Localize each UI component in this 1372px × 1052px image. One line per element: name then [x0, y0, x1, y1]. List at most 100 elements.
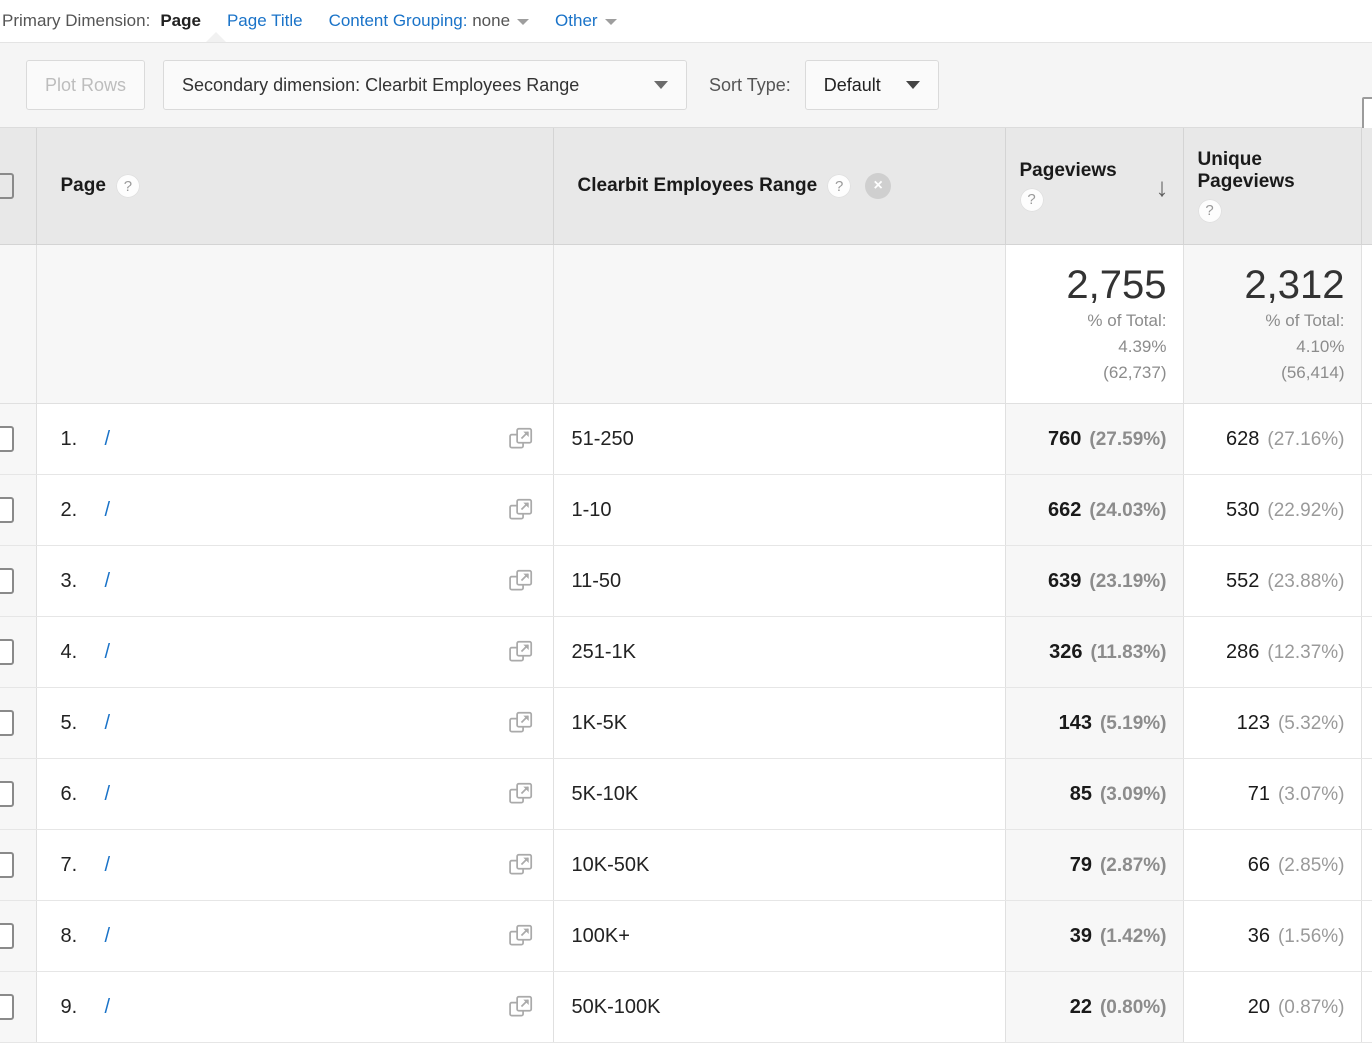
totals-pageviews-basis: (62,737)	[1103, 363, 1167, 383]
help-icon[interactable]: ?	[1019, 187, 1044, 212]
row-checkbox[interactable]	[0, 568, 14, 594]
row-page-cell: 7. /	[36, 829, 554, 901]
row-tail-cell	[1361, 758, 1372, 830]
other-dimension-selector[interactable]: Other	[555, 11, 617, 31]
row-page-cell: 8. /	[36, 900, 554, 972]
row-page-link[interactable]: /	[105, 428, 509, 451]
open-in-new-window-icon[interactable]	[508, 498, 535, 522]
row-tail-cell	[1361, 545, 1372, 617]
row-secondary-value: 11-50	[571, 569, 622, 592]
open-in-new-window-icon[interactable]	[508, 782, 535, 806]
row-secondary-value: 10K-50K	[571, 853, 650, 876]
row-select-cell[interactable]	[0, 687, 37, 759]
row-page-cell: 1. /	[36, 403, 554, 475]
row-checkbox[interactable]	[0, 923, 14, 949]
row-unique-pageviews-percent: (2.85%)	[1277, 854, 1345, 876]
row-page-link[interactable]: /	[105, 641, 509, 664]
table-body: 2,755 % of Total: 4.39% (62,737) 2,312 %…	[0, 244, 1372, 1043]
table-totals-row: 2,755 % of Total: 4.39% (62,737) 2,312 %…	[0, 244, 1372, 404]
column-header-unique-pageviews[interactable]: Unique Pageviews ?	[1183, 128, 1362, 245]
select-all-header[interactable]	[0, 128, 37, 245]
row-unique-pageviews-cell: 530 (22.92%)	[1183, 474, 1362, 546]
row-page-link[interactable]: /	[105, 499, 509, 522]
sort-descending-icon[interactable]: ↓	[1156, 174, 1169, 200]
open-in-new-window-icon[interactable]	[508, 924, 535, 948]
row-unique-pageviews-percent: (12.37%)	[1267, 641, 1345, 663]
help-icon[interactable]: ?	[1197, 198, 1222, 223]
secondary-dimension-select[interactable]: Secondary dimension: Clearbit Employees …	[163, 60, 688, 110]
totals-unique-pageviews-basis: (56,414)	[1281, 363, 1345, 383]
row-rank: 3.	[60, 569, 78, 592]
column-header-pageviews[interactable]: Pageviews ? ↓	[1005, 128, 1184, 245]
row-select-cell[interactable]	[0, 474, 37, 546]
row-pageviews-percent: (3.09%)	[1099, 783, 1167, 805]
row-secondary-cell: 100K+	[553, 900, 1006, 972]
row-select-cell[interactable]	[0, 616, 37, 688]
row-checkbox[interactable]	[0, 994, 14, 1020]
plot-rows-label: Plot Rows	[45, 74, 127, 95]
row-select-cell[interactable]	[0, 545, 37, 617]
content-grouping-selector[interactable]: Content Grouping: none	[329, 11, 530, 31]
row-secondary-value: 1-10	[571, 498, 612, 521]
row-pageviews-value: 662	[1048, 498, 1082, 521]
row-checkbox[interactable]	[0, 639, 14, 665]
table-row: 8. / 100K+ 39 (1.42%) 36 (1.56%)	[0, 900, 1372, 972]
report-table: Page ? Clearbit Employees Range ? × Page…	[0, 128, 1372, 1043]
row-select-cell[interactable]	[0, 829, 37, 901]
row-unique-pageviews-cell: 36 (1.56%)	[1183, 900, 1362, 972]
totals-secondary-cell	[553, 244, 1006, 404]
column-header-secondary[interactable]: Clearbit Employees Range ? ×	[553, 128, 1006, 245]
totals-page-cell	[36, 244, 554, 404]
row-page-link[interactable]: /	[105, 783, 509, 806]
help-icon[interactable]: ?	[827, 174, 852, 198]
row-secondary-cell: 1K-5K	[553, 687, 1006, 759]
row-checkbox[interactable]	[0, 426, 14, 452]
row-page-cell: 2. /	[36, 474, 554, 546]
table-row: 9. / 50K-100K 22 (0.80%) 20 (0.87%)	[0, 971, 1372, 1043]
row-unique-pageviews-percent: (0.87%)	[1277, 996, 1345, 1018]
row-tail-cell	[1361, 474, 1372, 546]
primary-dimension-page-title[interactable]: Page Title	[227, 11, 303, 31]
plot-rows-button[interactable]: Plot Rows	[26, 60, 146, 110]
row-secondary-cell: 51-250	[553, 403, 1006, 475]
column-header-page[interactable]: Page ?	[36, 128, 554, 245]
row-unique-pageviews-cell: 628 (27.16%)	[1183, 403, 1362, 475]
row-pageviews-percent: (1.42%)	[1099, 925, 1167, 947]
open-in-new-window-icon[interactable]	[508, 853, 535, 877]
primary-dimension-page[interactable]: Page	[160, 11, 201, 31]
row-checkbox[interactable]	[0, 852, 14, 878]
row-unique-pageviews-value: 530	[1226, 498, 1260, 521]
open-in-new-window-icon[interactable]	[508, 995, 535, 1019]
remove-secondary-dimension-icon[interactable]: ×	[865, 173, 892, 199]
totals-tail-cell	[1361, 244, 1372, 404]
row-checkbox[interactable]	[0, 497, 14, 523]
row-pageviews-cell: 143 (5.19%)	[1005, 687, 1184, 759]
row-pageviews-cell: 85 (3.09%)	[1005, 758, 1184, 830]
row-checkbox[interactable]	[0, 710, 14, 736]
row-page-link[interactable]: /	[105, 996, 509, 1019]
totals-pageviews-percent: 4.39%	[1118, 336, 1167, 356]
open-in-new-window-icon[interactable]	[508, 569, 535, 593]
row-page-link[interactable]: /	[105, 854, 509, 877]
row-page-link[interactable]: /	[105, 712, 509, 735]
open-in-new-window-icon[interactable]	[508, 640, 535, 664]
sort-type-select[interactable]: Default	[804, 60, 939, 110]
row-unique-pageviews-value: 36	[1247, 924, 1270, 947]
row-select-cell[interactable]	[0, 758, 37, 830]
open-in-new-window-icon[interactable]	[508, 427, 535, 451]
row-page-link[interactable]: /	[105, 570, 509, 593]
help-icon[interactable]: ?	[115, 174, 140, 198]
row-select-cell[interactable]	[0, 971, 37, 1043]
row-rank: 7.	[60, 853, 78, 876]
row-rank: 9.	[60, 995, 78, 1018]
select-all-checkbox[interactable]	[0, 173, 14, 199]
row-checkbox[interactable]	[0, 781, 14, 807]
row-tail-cell	[1361, 829, 1372, 901]
other-dimension-label: Other	[555, 11, 598, 30]
row-select-cell[interactable]	[0, 900, 37, 972]
totals-pageviews-of-total-label: % of Total:	[1087, 310, 1167, 330]
row-pageviews-percent: (0.80%)	[1099, 996, 1167, 1018]
row-select-cell[interactable]	[0, 403, 37, 475]
row-page-link[interactable]: /	[105, 925, 509, 948]
open-in-new-window-icon[interactable]	[508, 711, 535, 735]
